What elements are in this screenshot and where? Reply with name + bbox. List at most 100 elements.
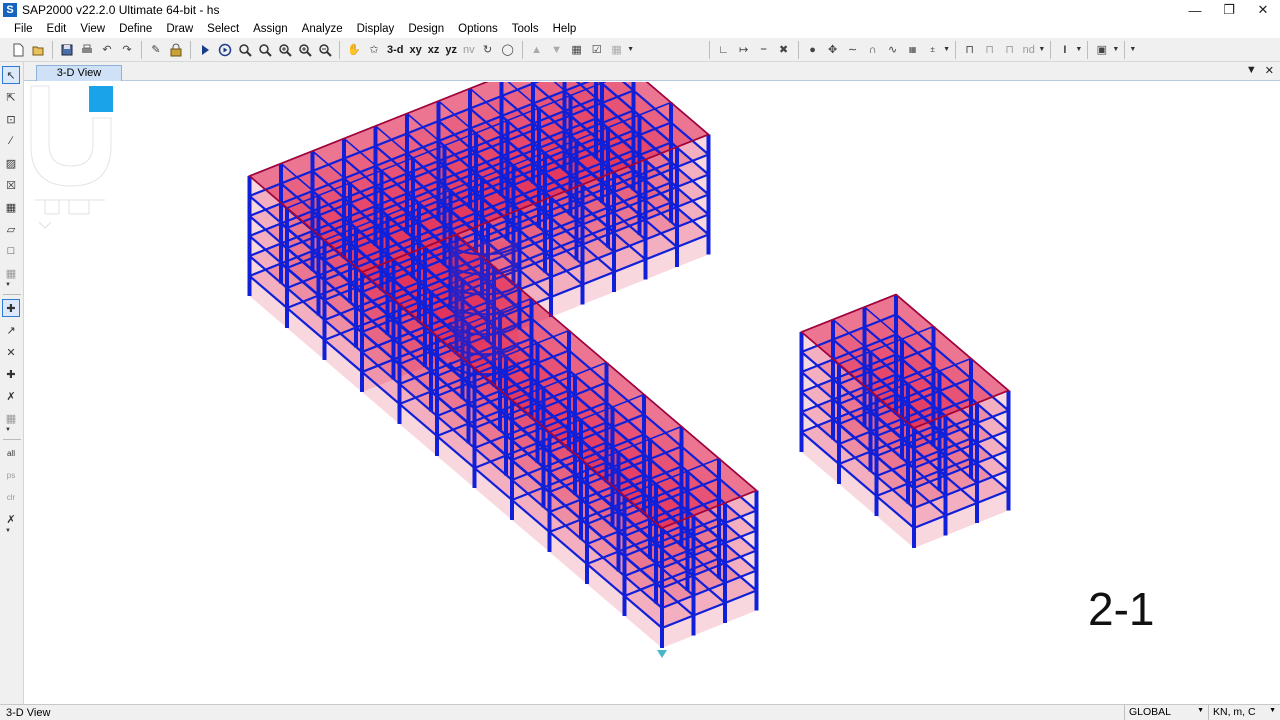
restore-icon[interactable]: ❐ <box>1212 0 1246 20</box>
quick-draw-area-icon[interactable]: ▦ <box>2 264 20 282</box>
toolbar-separator <box>1123 40 1125 59</box>
clear-selection-icon[interactable]: clr <box>2 488 20 506</box>
title-bar[interactable]: S SAP2000 v22.2.0 Ultimate 64-bit - hs —… <box>0 0 1280 20</box>
menu-view[interactable]: View <box>73 20 112 38</box>
show-table-icon[interactable]: ▦ <box>903 40 923 60</box>
menu-define[interactable]: Define <box>112 20 159 38</box>
snap-fine-grid-icon[interactable]: ▦ <box>2 409 20 427</box>
model-viewport-3d[interactable]: 2-1 <box>25 82 1280 704</box>
show-stress-icon[interactable]: ⎯ <box>754 40 774 60</box>
pointer-info-icon[interactable]: ✩ <box>364 40 384 60</box>
units-select[interactable]: KN, m, C ▼ <box>1208 705 1280 720</box>
menu-tools[interactable]: Tools <box>505 20 546 38</box>
menu-options[interactable]: Options <box>451 20 505 38</box>
toolbar-dropdown-icon[interactable]: ▼ <box>943 40 951 60</box>
left-toolbar-dropdown-icon[interactable]: ▼ <box>5 282 23 288</box>
menu-assign[interactable]: Assign <box>246 20 295 38</box>
toolbar-dropdown-icon[interactable]: ▼ <box>1038 40 1046 60</box>
show-sum-icon[interactable]: ± <box>923 40 943 60</box>
show-forces-icon[interactable]: ↦ <box>734 40 754 60</box>
zoom-in-icon[interactable] <box>275 40 295 60</box>
draw-rect-area-icon[interactable]: □ <box>2 242 20 260</box>
run-now-icon[interactable] <box>215 40 235 60</box>
pointer-select-icon[interactable]: ↖ <box>2 66 20 84</box>
select-all-icon[interactable]: all <box>2 444 20 462</box>
toolbar-separator <box>1086 40 1088 59</box>
menu-analyze[interactable]: Analyze <box>295 20 350 38</box>
view-3d-button[interactable]: 3-d <box>384 40 407 60</box>
move-up-icon[interactable]: ▲ <box>527 40 547 60</box>
draw-frame-line-icon[interactable]: ∕ <box>2 132 20 150</box>
snap-perpendicular-icon[interactable]: ✚ <box>2 365 20 383</box>
show-joint-icon[interactable]: ✥ <box>823 40 843 60</box>
draw-joint-icon[interactable]: ⊡ <box>2 110 20 128</box>
close-icon[interactable]: ✕ <box>1246 0 1280 20</box>
pan-hand-icon[interactable]: ✋ <box>344 40 364 60</box>
nd-button[interactable]: nd <box>1020 40 1038 60</box>
run-analysis-icon[interactable] <box>195 40 215 60</box>
reshape-icon[interactable]: ⇱ <box>2 88 20 106</box>
minimize-icon[interactable]: — <box>1178 0 1212 20</box>
menu-file[interactable]: File <box>7 20 40 38</box>
zoom-restore-icon[interactable] <box>255 40 275 60</box>
draw-brace-icon[interactable]: ⊓ <box>1000 40 1020 60</box>
save-icon[interactable] <box>57 40 77 60</box>
show-deformed-icon[interactable]: ∟ <box>714 40 734 60</box>
quick-draw-frame-icon[interactable]: ▨ <box>2 154 20 172</box>
zoom-in-step-icon[interactable] <box>295 40 315 60</box>
open-model-icon[interactable] <box>28 40 48 60</box>
toolbar-dropdown-icon[interactable]: ▼ <box>1112 40 1120 60</box>
view-yz-button[interactable]: yz <box>442 40 460 60</box>
menu-edit[interactable]: Edit <box>40 20 74 38</box>
zoom-window-icon[interactable] <box>235 40 255 60</box>
display-color-icon[interactable]: ▣ <box>1092 40 1112 60</box>
show-wave-icon[interactable]: ∿ <box>883 40 903 60</box>
left-toolbar-dropdown-icon[interactable]: ▼ <box>5 528 23 534</box>
menu-design[interactable]: Design <box>401 20 451 38</box>
redo-icon[interactable]: ↷ <box>117 40 137 60</box>
snap-line-ends-icon[interactable]: ↗ <box>2 321 20 339</box>
menu-select[interactable]: Select <box>200 20 246 38</box>
rotate-view-icon[interactable]: ↻ <box>478 40 498 60</box>
display-extra-icon[interactable]: ▦ <box>607 40 627 60</box>
lock-icon[interactable] <box>166 40 186 60</box>
draw-frame-icon[interactable]: ⊓ <box>960 40 980 60</box>
show-curve-icon[interactable]: ∩ <box>863 40 883 60</box>
toolbar-dropdown-icon[interactable]: ▼ <box>1129 40 1137 60</box>
intersecting-line-select-icon[interactable]: ✗ <box>2 510 20 528</box>
tab-3d-view[interactable]: 3-D View <box>36 65 122 81</box>
snap-lines-edges-icon[interactable]: ✗ <box>2 387 20 405</box>
show-virtual-work-icon[interactable]: ✖ <box>774 40 794 60</box>
draw-poly-area-icon[interactable]: ▱ <box>2 220 20 238</box>
snap-intersections-icon[interactable]: ✕ <box>2 343 20 361</box>
set-display-options-icon[interactable]: ☑ <box>587 40 607 60</box>
section-designer-icon[interactable]: I <box>1055 40 1075 60</box>
undo-icon[interactable]: ↶ <box>97 40 117 60</box>
menu-help[interactable]: Help <box>546 20 584 38</box>
view-nv-button[interactable]: nv <box>460 40 478 60</box>
view-xy-button[interactable]: xy <box>407 40 425 60</box>
object-shrink-icon[interactable]: ▦ <box>567 40 587 60</box>
show-response-icon[interactable]: ∼ <box>843 40 863 60</box>
left-toolbar-dropdown-icon[interactable]: ▼ <box>5 427 23 433</box>
view-xz-button[interactable]: xz <box>425 40 443 60</box>
new-model-icon[interactable] <box>8 40 28 60</box>
close-view-icon[interactable]: ✕ <box>1265 64 1274 77</box>
refresh-pencil-icon[interactable]: ✎ <box>146 40 166 60</box>
menu-display[interactable]: Display <box>350 20 402 38</box>
menu-draw[interactable]: Draw <box>159 20 200 38</box>
quick-draw-brace-icon[interactable]: ☒ <box>2 176 20 194</box>
toolbar-dropdown-icon[interactable]: ▼ <box>1075 40 1083 60</box>
perspective-icon[interactable]: ◯ <box>498 40 518 60</box>
move-down-icon[interactable]: ▼ <box>547 40 567 60</box>
toolbar-dropdown-icon[interactable]: ▼ <box>627 40 635 60</box>
snap-points-icon[interactable]: ✚ <box>2 299 20 317</box>
show-undeformed-icon[interactable]: ● <box>803 40 823 60</box>
quick-draw-secondary-icon[interactable]: ▦ <box>2 198 20 216</box>
tab-list-dropdown-icon[interactable]: ▼ <box>1246 64 1257 77</box>
print-icon[interactable] <box>77 40 97 60</box>
zoom-out-icon[interactable] <box>315 40 335 60</box>
coord-system-select[interactable]: GLOBAL ▼ <box>1124 705 1208 720</box>
draw-bay-icon[interactable]: ⊓ <box>980 40 1000 60</box>
previous-select-icon[interactable]: ps <box>2 466 20 484</box>
